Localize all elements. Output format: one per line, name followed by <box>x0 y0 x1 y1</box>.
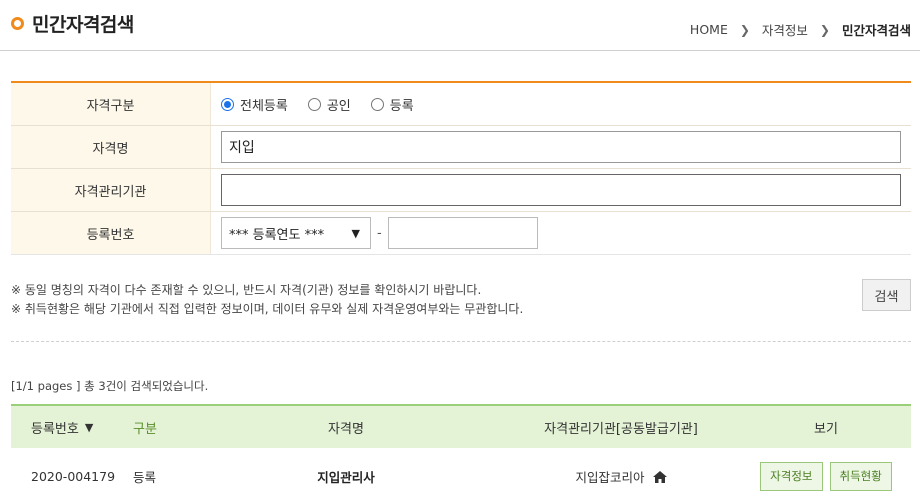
radio-official-label: 공인 <box>326 98 351 114</box>
radio-official[interactable]: 공인 <box>307 95 351 114</box>
radio-registered[interactable]: 등록 <box>370 95 414 114</box>
row-actions: 자격정보 취득현황 <box>741 461 911 491</box>
row-cert-name: 지입관리사 <box>317 469 375 485</box>
year-select-value: *** 등록연도 *** <box>229 227 325 243</box>
chevron-right-icon: ❯ <box>739 22 750 37</box>
regno-field: *** 등록연도 *** ▼ - <box>211 212 911 254</box>
result-count: [1/1 pages ] 총 3건이 검색되었습니다. <box>11 379 209 393</box>
header-category: 구분 <box>133 421 157 437</box>
title-wrap: 민간자격검색 <box>11 10 134 37</box>
radio-all-label: 전체등록 <box>240 98 288 114</box>
header-regno[interactable]: 등록번호 ▼ <box>11 418 121 437</box>
cert-info-button[interactable]: 자격정보 <box>760 461 823 491</box>
regno-dash: - <box>377 225 382 241</box>
radio-unchecked-icon[interactable] <box>307 97 321 111</box>
category-field: 전체등록 공인 등록 <box>211 83 911 125</box>
form-row-name: 자격명 <box>11 126 911 169</box>
agency-field <box>211 169 911 211</box>
header-regno-label: 등록번호 <box>31 421 79 437</box>
notice-line: ※ 취득현황은 해당 기관에서 직접 입력한 정보이며, 데이터 유무와 실제 … <box>11 302 524 316</box>
header-agency: 자격관리기관[공동발급기관] <box>544 421 698 437</box>
form-row-regno: 등록번호 *** 등록연도 *** ▼ - <box>11 212 911 255</box>
row-regno: 2020-004179 <box>31 468 116 484</box>
breadcrumb-current: 민간자격검색 <box>841 23 911 38</box>
search-button[interactable]: 검색 <box>862 279 911 311</box>
notice-line: ※ 동일 명칭의 자격이 다수 존재할 수 있으니, 반드시 자격(기관) 정보… <box>11 283 482 297</box>
table-row: 2020-004179 등록 지입관리사 지입잡코리아 자격정보 취득현황 <box>11 448 911 504</box>
radio-checked-icon[interactable] <box>221 97 234 111</box>
regno-label: 등록번호 <box>11 212 211 254</box>
agency-input[interactable] <box>221 174 901 206</box>
regno-input[interactable] <box>387 217 538 249</box>
home-icon[interactable] <box>652 470 667 483</box>
acquisition-status-button[interactable]: 취득현황 <box>829 461 892 491</box>
radio-all[interactable]: 전체등록 <box>221 95 288 114</box>
agency-label: 자격관리기관 <box>11 169 211 211</box>
triangle-down-icon: ▼ <box>351 226 360 240</box>
name-field <box>211 126 911 168</box>
form-row-category: 자격구분 전체등록 공인 등록 <box>11 83 911 126</box>
divider <box>11 341 911 342</box>
form-row-agency: 자격관리기관 <box>11 169 911 212</box>
notices: ※ 동일 명칭의 자격이 다수 존재할 수 있으니, 반드시 자격(기관) 정보… <box>11 281 523 319</box>
header-view: 보기 <box>814 421 838 437</box>
breadcrumb-cert-info[interactable]: 자격정보 <box>762 20 808 39</box>
chevron-right-icon: ❯ <box>819 22 830 37</box>
page-title: 민간자격검색 <box>32 14 134 36</box>
row-agency: 지입잡코리아 <box>501 467 741 486</box>
row-agency-name: 지입잡코리아 <box>575 469 645 485</box>
radio-registered-label: 등록 <box>389 98 414 114</box>
sort-down-icon[interactable]: ▼ <box>85 421 93 434</box>
radio-unchecked-icon[interactable] <box>370 97 384 111</box>
category-label: 자격구분 <box>11 83 211 125</box>
table-header: 등록번호 ▼ 구분 자격명 자격관리기관[공동발급기관] 보기 <box>11 404 911 448</box>
results-table: 등록번호 ▼ 구분 자격명 자격관리기관[공동발급기관] 보기 2020-004… <box>11 404 911 504</box>
category-radio-group: 전체등록 공인 등록 <box>221 95 434 114</box>
row-category: 등록 <box>133 469 157 485</box>
header-name: 자격명 <box>328 421 364 437</box>
search-form: 자격구분 전체등록 공인 등록 자격명 지입 자격관리기관 등록번호 *** 등… <box>11 81 911 255</box>
name-label: 자격명 <box>11 126 211 168</box>
year-select[interactable]: *** 등록연도 *** ▼ <box>221 217 371 249</box>
page-header: 민간자격검색 HOME ❯ 자격정보 ❯ 민간자격검색 <box>0 0 920 51</box>
breadcrumb-home[interactable]: HOME <box>690 22 728 37</box>
cert-name-input[interactable] <box>221 131 901 163</box>
breadcrumb: HOME ❯ 자격정보 ❯ 민간자격검색 <box>690 20 911 39</box>
bullet-circle-icon <box>11 17 24 30</box>
